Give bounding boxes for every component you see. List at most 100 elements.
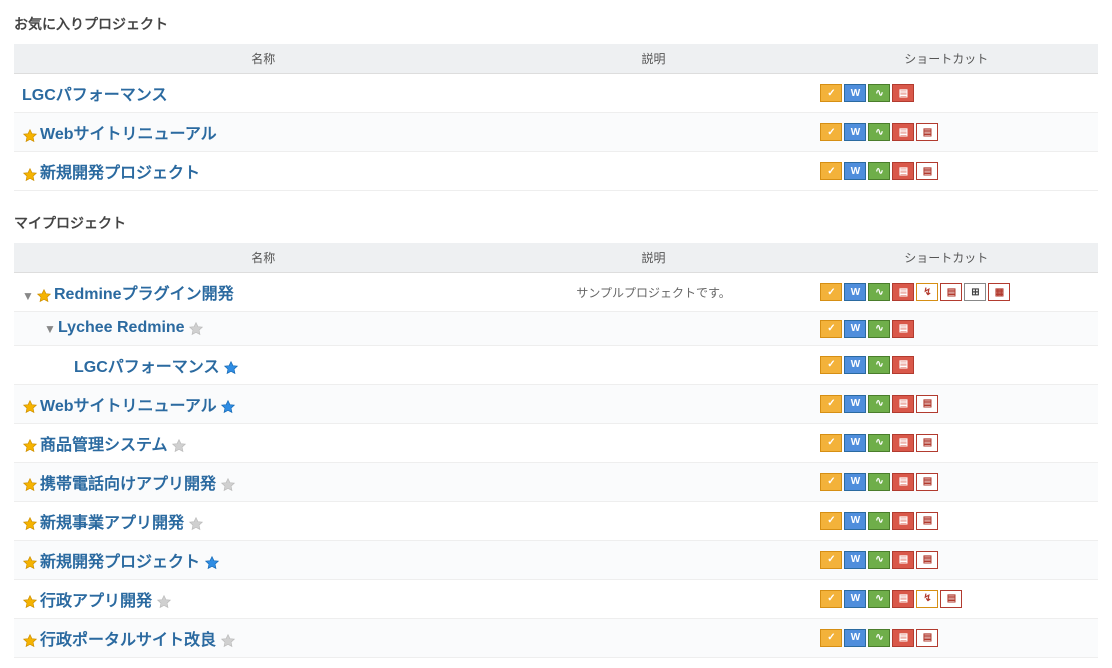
activity-icon[interactable]: ∿ <box>868 629 890 647</box>
calendar-icon[interactable]: ⊞ <box>964 283 986 301</box>
wiki-icon[interactable]: W <box>844 84 866 102</box>
wiki-icon[interactable]: W <box>844 123 866 141</box>
project-link[interactable]: LGCパフォーマンス <box>74 359 219 376</box>
project-link[interactable]: 新規開発プロジェクト <box>40 554 200 571</box>
issues-icon[interactable]: ✓ <box>820 320 842 338</box>
favorite-star-icon[interactable] <box>156 594 172 610</box>
wiki-icon[interactable]: W <box>844 356 866 374</box>
gantt2-icon[interactable]: ▤ <box>916 395 938 413</box>
project-link[interactable]: 携帯電話向けアプリ開発 <box>40 476 216 493</box>
favorite-star-icon[interactable] <box>22 167 38 183</box>
activity-icon[interactable]: ∿ <box>868 473 890 491</box>
wiki-icon[interactable]: W <box>844 590 866 608</box>
favorite-star-icon[interactable] <box>22 633 38 649</box>
project-link[interactable]: Webサイトリニューアル <box>40 126 217 143</box>
favorite-star-icon[interactable] <box>22 594 38 610</box>
activity-icon[interactable]: ∿ <box>868 123 890 141</box>
project-link[interactable]: Redmineプラグイン開発 <box>54 286 234 303</box>
activity-icon[interactable]: ∿ <box>868 320 890 338</box>
project-link[interactable]: LGCパフォーマンス <box>22 87 167 104</box>
gantt-icon[interactable]: ▤ <box>892 84 914 102</box>
issues-icon[interactable]: ✓ <box>820 512 842 530</box>
col-header-name[interactable]: 名称 <box>14 44 513 74</box>
project-link[interactable]: Webサイトリニューアル <box>40 398 217 415</box>
gantt-icon[interactable]: ▤ <box>892 395 914 413</box>
favorite-star-icon[interactable] <box>220 399 236 415</box>
issues-icon[interactable]: ✓ <box>820 551 842 569</box>
issues-icon[interactable]: ✓ <box>820 162 842 180</box>
gantt-icon[interactable]: ▤ <box>892 123 914 141</box>
wiki-icon[interactable]: W <box>844 434 866 452</box>
gantt2-icon[interactable]: ▤ <box>940 590 962 608</box>
project-link[interactable]: Lychee Redmine <box>58 319 185 336</box>
wiki-icon[interactable]: W <box>844 629 866 647</box>
gantt2-icon[interactable]: ▤ <box>940 283 962 301</box>
issues-icon[interactable]: ✓ <box>820 84 842 102</box>
expander-icon[interactable]: ▼ <box>22 289 34 303</box>
expander-icon[interactable]: ▼ <box>44 322 56 336</box>
activity-icon[interactable]: ∿ <box>868 434 890 452</box>
favorite-star-icon[interactable] <box>22 477 38 493</box>
wiki-icon[interactable]: W <box>844 551 866 569</box>
activity-icon[interactable]: ∿ <box>868 551 890 569</box>
gantt-icon[interactable]: ▤ <box>892 551 914 569</box>
activity-icon[interactable]: ∿ <box>868 162 890 180</box>
project-link[interactable]: 商品管理システム <box>40 437 168 454</box>
chart-icon[interactable]: ↯ <box>916 283 938 301</box>
gantt2-icon[interactable]: ▤ <box>916 473 938 491</box>
gantt2-icon[interactable]: ▤ <box>916 434 938 452</box>
favorite-star-icon[interactable] <box>188 321 204 337</box>
favorite-star-icon[interactable] <box>220 633 236 649</box>
chart-icon[interactable]: ↯ <box>916 590 938 608</box>
gantt-icon[interactable]: ▤ <box>892 320 914 338</box>
kanban-icon[interactable]: ▦ <box>988 283 1010 301</box>
wiki-icon[interactable]: W <box>844 473 866 491</box>
gantt-icon[interactable]: ▤ <box>892 473 914 491</box>
project-link[interactable]: 行政ポータルサイト改良 <box>40 632 216 649</box>
favorite-star-icon[interactable] <box>22 516 38 532</box>
gantt2-icon[interactable]: ▤ <box>916 123 938 141</box>
favorite-star-icon[interactable] <box>36 288 52 304</box>
favorite-star-icon[interactable] <box>22 399 38 415</box>
gantt-icon[interactable]: ▤ <box>892 629 914 647</box>
gantt-icon[interactable]: ▤ <box>892 283 914 301</box>
favorite-star-icon[interactable] <box>204 555 220 571</box>
gantt-icon[interactable]: ▤ <box>892 162 914 180</box>
gantt2-icon[interactable]: ▤ <box>916 551 938 569</box>
activity-icon[interactable]: ∿ <box>868 395 890 413</box>
wiki-icon[interactable]: W <box>844 320 866 338</box>
issues-icon[interactable]: ✓ <box>820 395 842 413</box>
gantt2-icon[interactable]: ▤ <box>916 512 938 530</box>
favorite-star-icon[interactable] <box>220 477 236 493</box>
project-link[interactable]: 行政アプリ開発 <box>40 593 152 610</box>
activity-icon[interactable]: ∿ <box>868 283 890 301</box>
issues-icon[interactable]: ✓ <box>820 629 842 647</box>
col-header-shortcut[interactable]: ショートカット <box>794 243 1098 273</box>
project-link[interactable]: 新規事業アプリ開発 <box>40 515 184 532</box>
col-header-description[interactable]: 説明 <box>513 243 795 273</box>
gantt2-icon[interactable]: ▤ <box>916 162 938 180</box>
favorite-star-icon[interactable] <box>22 438 38 454</box>
wiki-icon[interactable]: W <box>844 512 866 530</box>
activity-icon[interactable]: ∿ <box>868 590 890 608</box>
favorite-star-icon[interactable] <box>223 360 239 376</box>
favorite-star-icon[interactable] <box>22 555 38 571</box>
favorite-star-icon[interactable] <box>22 128 38 144</box>
issues-icon[interactable]: ✓ <box>820 590 842 608</box>
favorite-star-icon[interactable] <box>188 516 204 532</box>
issues-icon[interactable]: ✓ <box>820 356 842 374</box>
issues-icon[interactable]: ✓ <box>820 283 842 301</box>
gantt-icon[interactable]: ▤ <box>892 512 914 530</box>
wiki-icon[interactable]: W <box>844 162 866 180</box>
issues-icon[interactable]: ✓ <box>820 123 842 141</box>
issues-icon[interactable]: ✓ <box>820 473 842 491</box>
gantt-icon[interactable]: ▤ <box>892 356 914 374</box>
gantt-icon[interactable]: ▤ <box>892 434 914 452</box>
project-link[interactable]: 新規開発プロジェクト <box>40 165 200 182</box>
issues-icon[interactable]: ✓ <box>820 434 842 452</box>
wiki-icon[interactable]: W <box>844 395 866 413</box>
activity-icon[interactable]: ∿ <box>868 84 890 102</box>
activity-icon[interactable]: ∿ <box>868 356 890 374</box>
wiki-icon[interactable]: W <box>844 283 866 301</box>
activity-icon[interactable]: ∿ <box>868 512 890 530</box>
